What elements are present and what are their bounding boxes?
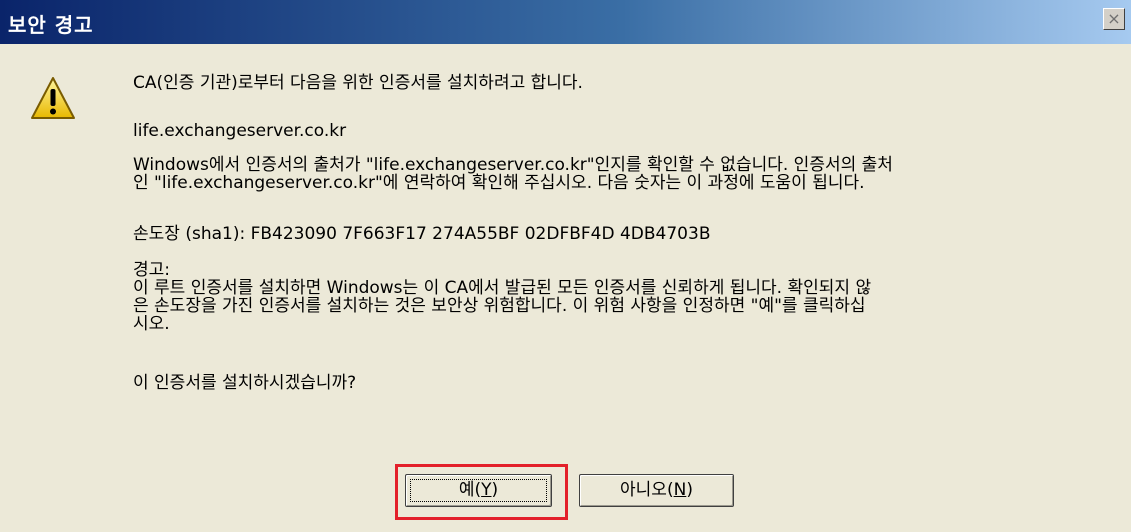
no-button[interactable]: 아니오(N): [579, 474, 734, 507]
message-thumbprint: 손도장 (sha1): FB423090 7F663F17 274A55BF 0…: [133, 224, 711, 244]
close-icon: ×: [1107, 9, 1121, 28]
security-warning-dialog: 보안 경고 × CA(인증 기관)로부터 다음을 위한 인증서를 설치하려고 합…: [0, 0, 1131, 532]
no-button-suffix: ): [686, 480, 693, 500]
yes-button[interactable]: 예(Y): [405, 474, 552, 507]
close-button[interactable]: ×: [1103, 8, 1125, 30]
no-button-label: 아니오(: [620, 480, 674, 500]
message-host: life.exchangeserver.co.kr: [133, 121, 347, 141]
title-bar[interactable]: 보안 경고 ×: [0, 0, 1131, 44]
focus-rectangle: [410, 479, 547, 502]
warning-icon: [31, 77, 75, 119]
message-warning: 경고: 이 루트 인증서를 설치하면 Windows는 이 CA에서 발급된 모…: [133, 260, 872, 334]
message-question: 이 인증서를 설치하시겠습니까?: [133, 373, 357, 393]
message-origin: Windows에서 인증서의 출처가 "life.exchangeserver.…: [133, 155, 893, 193]
no-button-accesskey: N: [673, 480, 687, 500]
window-title: 보안 경고: [8, 13, 94, 37]
message-intro: CA(인증 기관)로부터 다음을 위한 인증서를 설치하려고 합니다.: [133, 73, 583, 93]
